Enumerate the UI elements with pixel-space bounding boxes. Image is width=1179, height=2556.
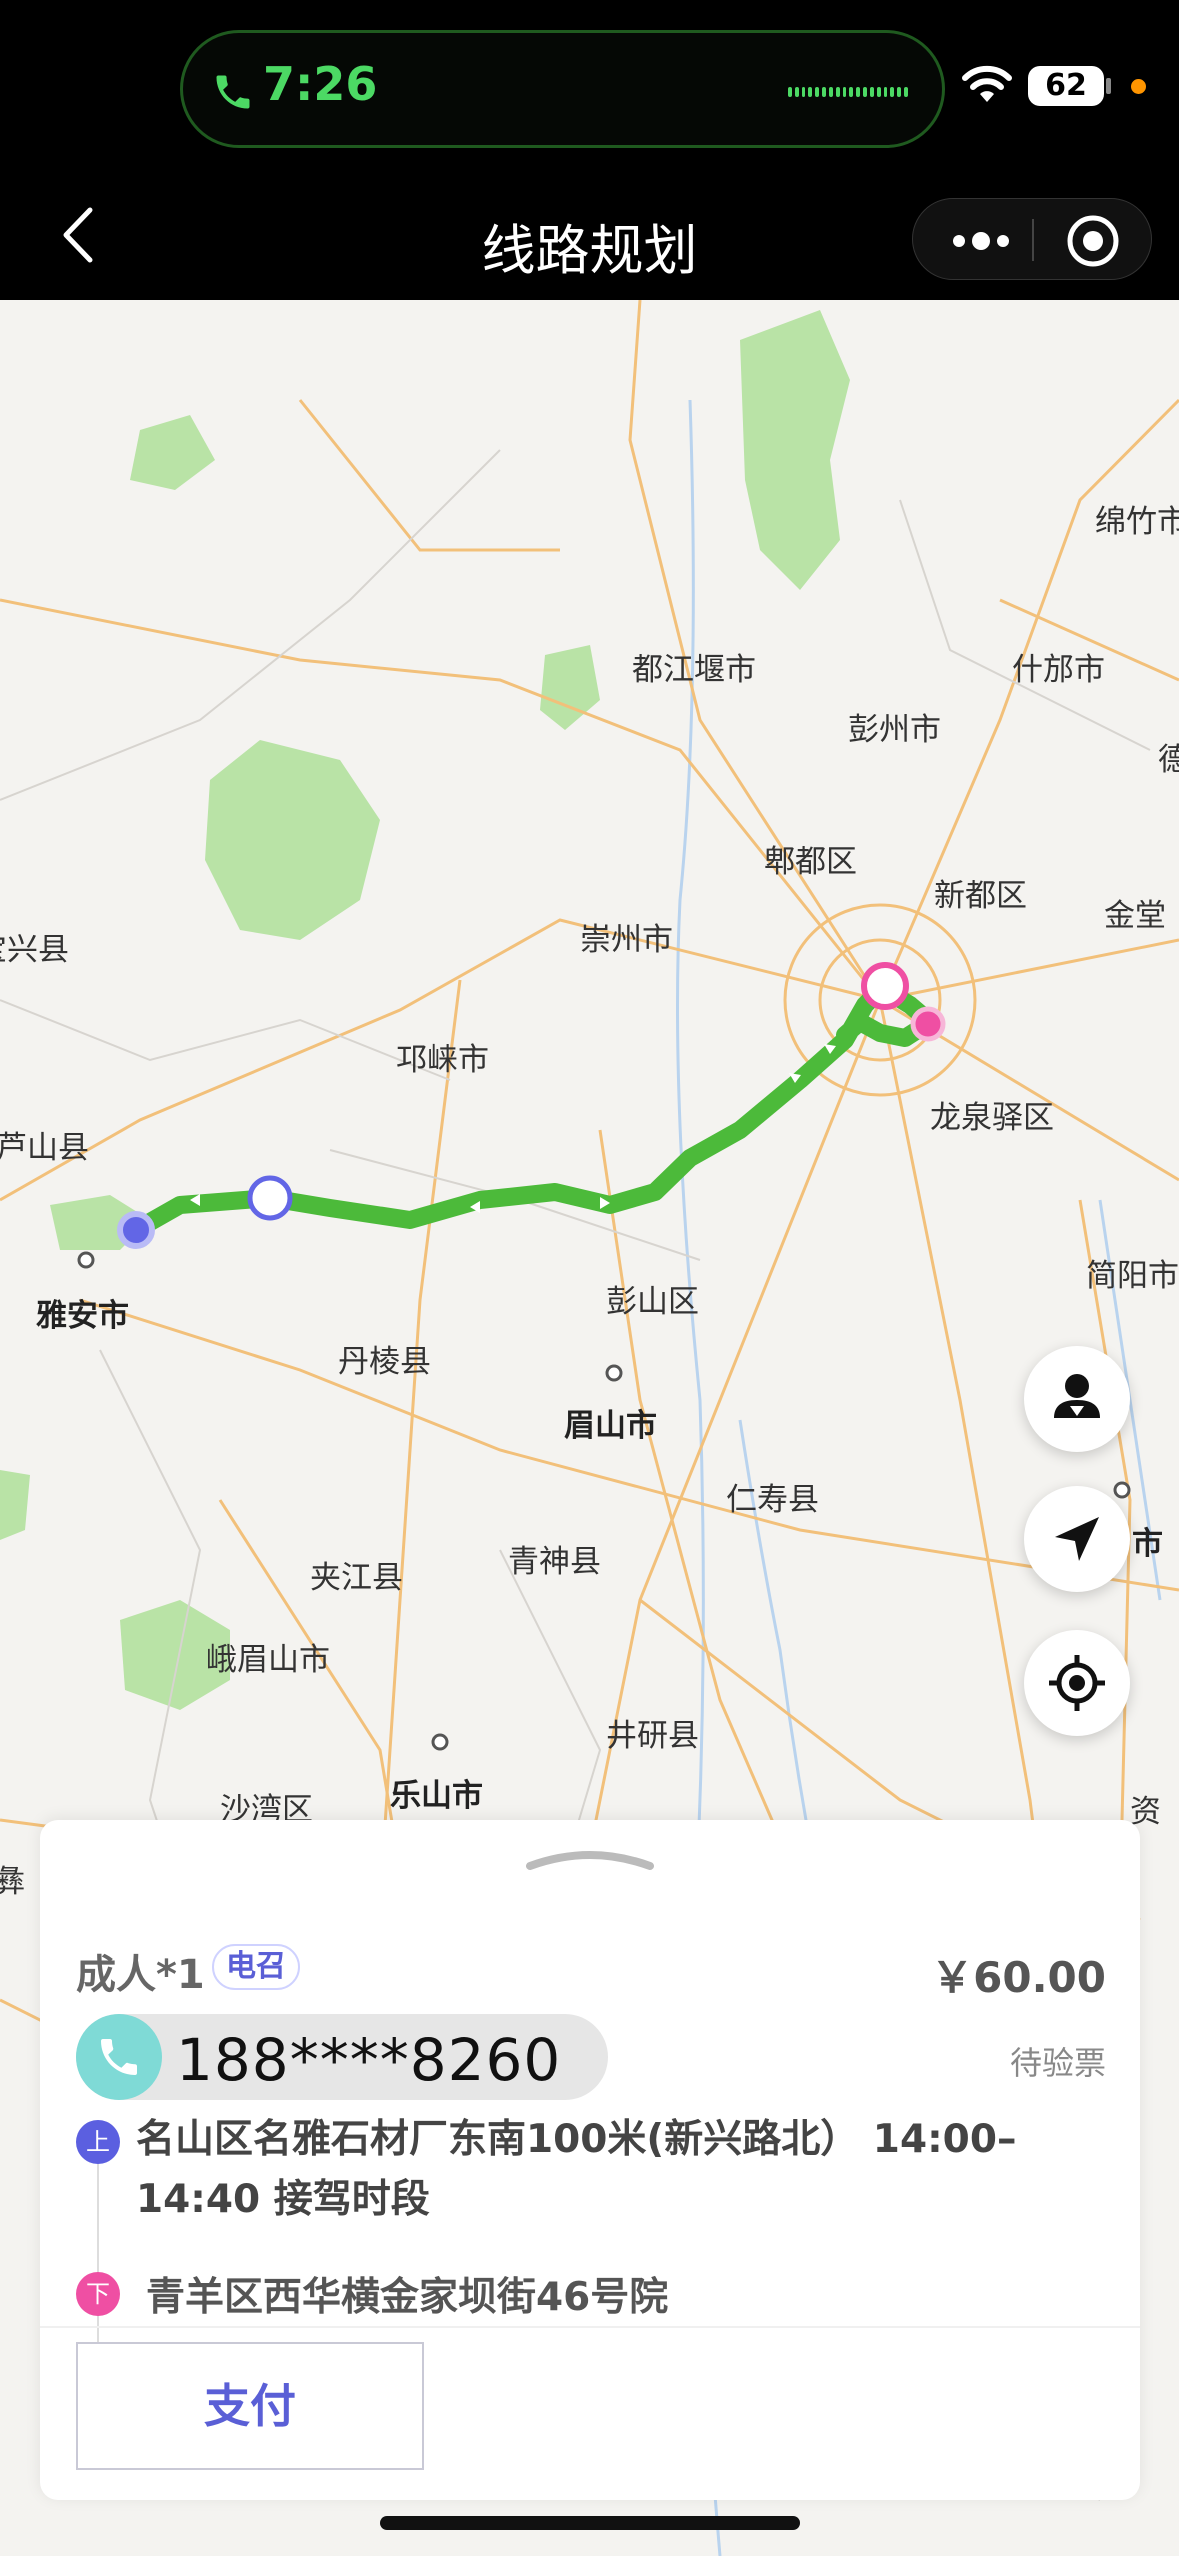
map-label-shifang: 什邡市 [1012,652,1105,688]
map-label-yi: 彝 [0,1864,25,1900]
stop-connector [97,2160,99,2360]
pay-button[interactable]: 支付 [76,2342,424,2470]
map-label-danleng: 丹棱县 [338,1344,431,1380]
navigation-arrow-icon [1055,1517,1099,1561]
map-label-longquanyi: 龙泉驿区 [930,1100,1054,1136]
map-label-pengzhou: 彭州市 [848,712,941,748]
capsule-divider [1032,219,1034,261]
target-circle-icon[interactable] [1065,213,1121,269]
map-label-pengshan: 彭山区 [606,1284,699,1320]
pickup-address: 名山区名雅石材厂东南100米(新兴路北） 14:00–14:40 接驾时段 [136,2117,1017,2222]
ticket-status: 待验票 [1009,2044,1106,2082]
map-label-jingyan: 井研县 [606,1718,699,1754]
map-label-jiajiang: 夹江县 [310,1560,403,1596]
map-label-renshou: 仁寿县 [726,1482,819,1518]
map-label-meishan: 眉山市 [564,1408,657,1444]
dropoff-address: 青羊区西华横金家坝街46号院 [146,2275,669,2320]
map-label-de: 德 [1158,742,1179,778]
phone-icon [101,2039,137,2075]
wifi-icon [962,65,1012,102]
sheet-handle-icon[interactable] [524,1842,656,1872]
more-dots-icon[interactable] [941,221,1021,261]
battery-level: 62 [1028,66,1104,106]
call-time: 7:26 [263,57,378,111]
pickup-badge: 上 [76,2120,120,2164]
order-sheet: 成人*1 电召 ￥60.00 188****8260 待验票 上 名山区名雅石材… [40,1820,1140,2500]
map-label-qionglai: 邛崃市 [396,1042,489,1078]
mini-program-capsule [912,198,1152,280]
navigate-button[interactable] [1024,1486,1130,1592]
map-label-dujiangyan: 都江堰市 [632,652,756,688]
phone-call-icon [216,75,250,109]
battery-nub [1106,78,1111,94]
mic-indicator-dot [1131,79,1146,94]
dynamic-island-call[interactable]: 7:26 [180,30,945,148]
nav-bar: 线路规划 [0,170,1179,300]
map-label-shi-right: 市 [1132,1526,1163,1562]
crosshair-locate-icon [1049,1655,1105,1711]
phone-number: 188****8260 [176,2026,562,2094]
locate-me-button[interactable] [1024,1630,1130,1736]
passenger-location-button[interactable] [1024,1346,1130,1452]
phone-circle [76,2014,162,2100]
map-label-jintang: 金堂 [1104,898,1166,934]
map-label-yaan: 雅安市 [36,1298,129,1334]
home-indicator[interactable] [380,2516,800,2530]
map-label-qingshen: 青神县 [508,1544,601,1580]
map-label-emeishan: 峨眉山市 [206,1642,330,1678]
order-price: ￥60.00 [931,1953,1106,2002]
sheet-divider [40,2326,1140,2328]
map-label-mianzhu: 绵竹市 [1095,504,1179,540]
map-label-baoxing: 宝兴县 [0,932,69,968]
passenger-count: 成人*1 [76,1952,205,1998]
map-label-leshan: 乐山市 [390,1778,483,1814]
person-download-icon [1054,1374,1100,1418]
audio-waveform-icon [788,81,908,103]
dropoff-badge: 下 [76,2272,120,2316]
map-label-lushan: 芦山县 [0,1130,89,1166]
map-label-xindu: 新都区 [934,878,1027,914]
status-bar: 7:26 62 [0,0,1179,170]
map-label-chongzhou: 崇州市 [580,922,673,958]
phone-call-button[interactable]: 188****8260 [76,2014,608,2100]
map-label-jianyang: 简阳市 [1086,1258,1179,1294]
call-type-badge: 电召 [212,1944,300,1990]
map-label-pixian: 郫都区 [764,844,857,880]
